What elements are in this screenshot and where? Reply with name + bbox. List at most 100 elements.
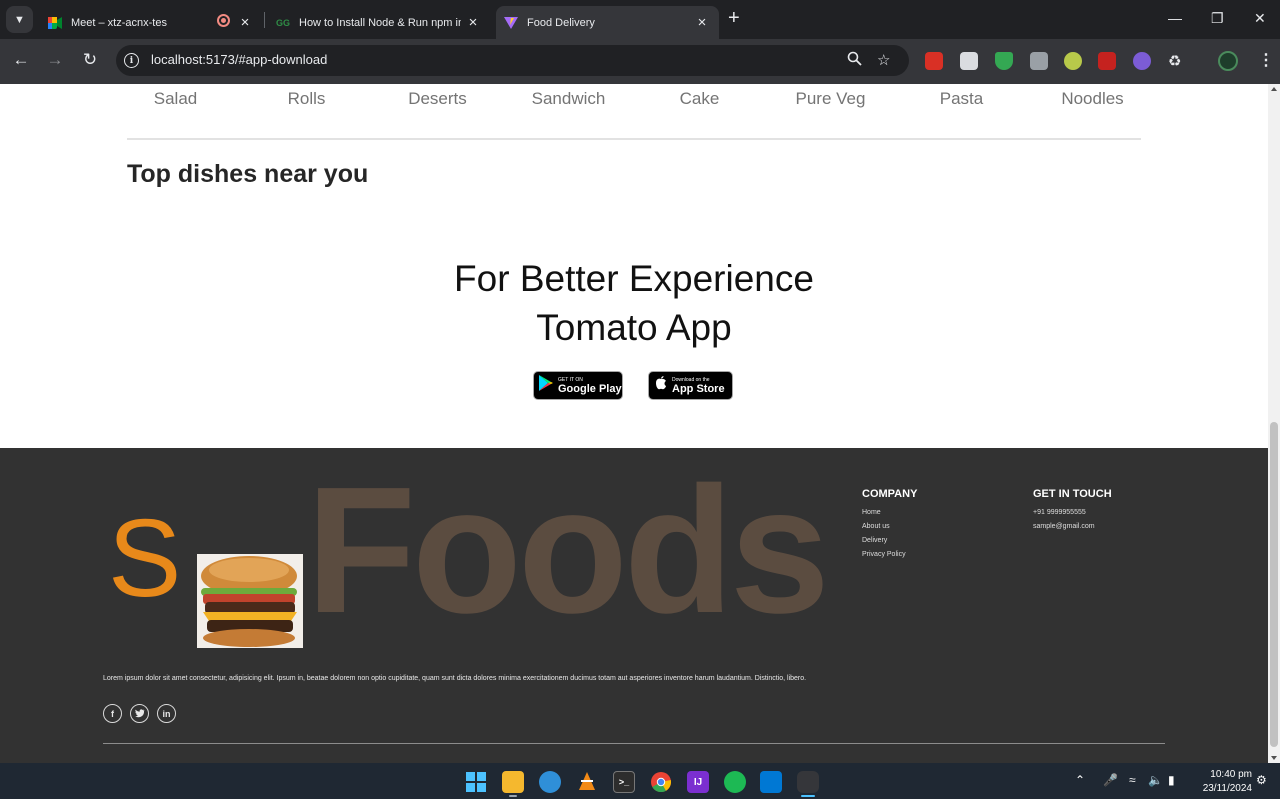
microphone-icon[interactable]: 🎤 xyxy=(1103,773,1118,787)
scroll-up-arrow-icon[interactable] xyxy=(1271,87,1277,91)
chrome-icon[interactable] xyxy=(650,771,672,793)
running-indicator xyxy=(509,795,517,797)
minimize-icon[interactable]: — xyxy=(1168,10,1182,26)
close-icon[interactable]: × xyxy=(236,13,254,31)
company-heading: COMPANY xyxy=(862,488,918,500)
forward-arrow-icon[interactable]: → xyxy=(44,50,66,70)
tab-node-install[interactable]: GG How to Install Node & Run npm in × xyxy=(268,6,490,39)
google-meet-icon xyxy=(48,16,62,30)
volume-icon[interactable]: 🔈 xyxy=(1148,773,1163,787)
vlc-icon[interactable] xyxy=(576,771,598,793)
explore-menu-list: Salad Rolls Deserts Sandwich Cake Pure V… xyxy=(110,89,1158,113)
page-viewport: Salad Rolls Deserts Sandwich Cake Pure V… xyxy=(0,84,1268,763)
footer-link-home[interactable]: Home xyxy=(862,509,917,516)
burger-image xyxy=(197,554,303,648)
contact-email: sample@gmail.com xyxy=(1033,523,1095,530)
file-explorer-icon[interactable] xyxy=(502,771,524,793)
footer-link-privacy[interactable]: Privacy Policy xyxy=(862,551,917,558)
off-extension-icon[interactable] xyxy=(1030,52,1048,70)
menu-item-deserts[interactable]: Deserts xyxy=(372,89,503,109)
menu-item-rolls[interactable]: Rolls xyxy=(241,89,372,109)
address-bar[interactable]: i localhost:5173/#app-download ☆ xyxy=(116,45,909,76)
clock-date: 23/11/2024 xyxy=(1202,783,1252,794)
battery-icon[interactable]: ▮ xyxy=(1168,773,1175,787)
footer-link-about[interactable]: About us xyxy=(862,523,917,530)
menu-item-pasta[interactable]: Pasta xyxy=(896,89,1027,109)
reload-icon[interactable]: ↻ xyxy=(79,50,101,70)
menu-item-pure-veg[interactable]: Pure Veg xyxy=(765,89,896,109)
spotify-icon[interactable] xyxy=(724,771,746,793)
menu-item-noodles[interactable]: Noodles xyxy=(1027,89,1158,109)
windows-start-icon[interactable] xyxy=(465,771,487,793)
tab-separator xyxy=(264,12,265,28)
red-extension-icon[interactable] xyxy=(1098,52,1116,70)
zoom-icon[interactable] xyxy=(847,51,862,70)
shield-extension-icon[interactable] xyxy=(995,52,1013,70)
terminal-icon[interactable]: >_ xyxy=(613,771,635,793)
tab-food-delivery[interactable]: Food Delivery × xyxy=(496,6,719,39)
menu-item-cake[interactable]: Cake xyxy=(634,89,765,109)
chevron-up-icon[interactable]: ⌃ xyxy=(1075,773,1085,787)
intellij-icon[interactable]: IJ xyxy=(687,771,709,793)
tab-title: Food Delivery xyxy=(527,16,595,29)
browser-tab-bar: ▼ Meet – xtz-acnx-tes × GG How to Instal… xyxy=(0,0,1280,39)
app-download-heading: For Better Experience Tomato App xyxy=(0,254,1268,352)
page-scrollbar[interactable] xyxy=(1268,84,1280,763)
heading-line: For Better Experience xyxy=(454,258,814,299)
wifi-icon[interactable]: ≈ xyxy=(1129,773,1136,787)
tab-title: How to Install Node & Run npm in xyxy=(299,16,461,29)
tab-search-button[interactable]: ▼ xyxy=(6,6,33,33)
store-big-label: Google Play xyxy=(558,382,622,395)
browser-toolbar: ← → ↻ i localhost:5173/#app-download ☆ ♻… xyxy=(0,39,1280,84)
clock-time: 10:40 pm xyxy=(1210,769,1252,780)
close-icon[interactable]: × xyxy=(693,13,711,31)
window-extension-icon[interactable] xyxy=(960,52,978,70)
google-play-button[interactable]: GET IT ON Google Play xyxy=(533,371,623,400)
bookmark-star-icon[interactable]: ☆ xyxy=(877,51,890,69)
footer: S Foods Lorem ipsum dolor sit amet conse… xyxy=(0,448,1268,763)
facebook-icon[interactable]: f xyxy=(103,704,122,723)
site-info-icon[interactable]: i xyxy=(124,53,139,68)
close-window-icon[interactable]: ✕ xyxy=(1254,10,1266,27)
new-tab-button[interactable]: + xyxy=(728,8,740,28)
edge-browser-icon[interactable] xyxy=(539,771,561,793)
close-icon[interactable]: × xyxy=(464,13,482,31)
linkedin-icon[interactable]: in xyxy=(157,704,176,723)
extensions-puzzle-icon[interactable]: ♻ xyxy=(1168,52,1186,70)
restore-icon[interactable]: ❐ xyxy=(1211,10,1224,27)
vscode-icon[interactable] xyxy=(760,771,782,793)
tab-title: Meet – xtz-acnx-tes xyxy=(71,16,167,29)
scroll-thumb[interactable] xyxy=(1270,422,1278,747)
chevron-down-icon: ▼ xyxy=(14,13,25,26)
colorful-extension-icon[interactable] xyxy=(1064,52,1082,70)
purple-extension-icon[interactable] xyxy=(1133,52,1151,70)
menu-item-sandwich[interactable]: Sandwich xyxy=(503,89,634,109)
social-links: f in xyxy=(103,704,176,723)
footer-company-column: COMPANY Home About us Delivery Privacy P… xyxy=(862,488,917,565)
footer-divider xyxy=(103,743,1165,744)
apple-icon xyxy=(655,376,667,395)
footer-contact-column: GET IN TOUCH +91 9999955555 sample@gmail… xyxy=(1033,488,1112,537)
tab-meet[interactable]: Meet – xtz-acnx-tes × xyxy=(40,6,262,39)
system-clock[interactable]: 10:40 pm 23/11/2024 xyxy=(1190,768,1252,796)
menu-item-salad[interactable]: Salad xyxy=(110,89,241,109)
google-play-icon xyxy=(539,375,553,396)
avatar[interactable] xyxy=(1218,51,1238,71)
scroll-down-arrow-icon[interactable] xyxy=(1271,756,1277,760)
more-menu-icon[interactable]: ⋮ xyxy=(1258,50,1274,70)
divider xyxy=(127,138,1141,140)
twitter-icon[interactable] xyxy=(130,704,149,723)
app-store-button[interactable]: Download on the App Store xyxy=(648,371,733,400)
chrome-window-icon[interactable] xyxy=(797,771,819,793)
url-text[interactable]: localhost:5173/#app-download xyxy=(151,52,327,67)
contact-heading: GET IN TOUCH xyxy=(1033,488,1112,500)
footer-link-delivery[interactable]: Delivery xyxy=(862,537,917,544)
brand-initial: S xyxy=(108,497,182,620)
active-indicator xyxy=(801,795,815,797)
geeksforgeeks-icon: GG xyxy=(276,17,291,28)
recording-icon xyxy=(217,14,230,27)
os-taskbar: >_ IJ ⌃ 🎤 ≈ 🔈 ▮ 10:40 pm 23/11/2024 ⚙ xyxy=(0,763,1280,799)
youtube-extension-icon[interactable] xyxy=(925,52,943,70)
notification-icon[interactable]: ⚙ xyxy=(1256,773,1267,787)
back-arrow-icon[interactable]: ← xyxy=(10,50,32,70)
